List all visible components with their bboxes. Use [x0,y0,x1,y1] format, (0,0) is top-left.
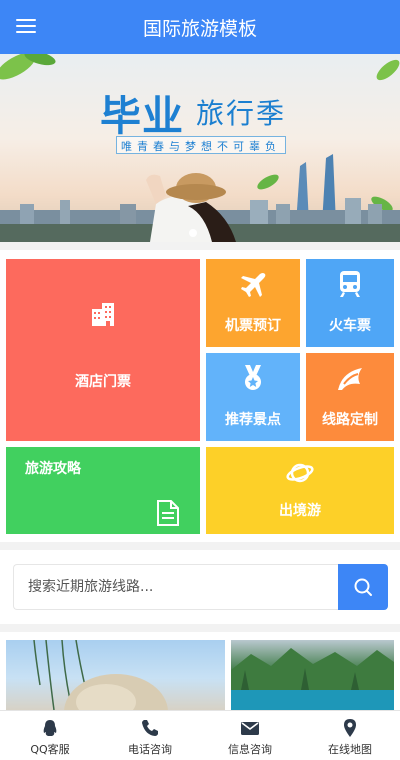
tile-train-tickets[interactable]: 火车票 [306,259,394,347]
qq-icon [43,720,57,736]
search-button[interactable] [338,564,388,610]
tab-info-label: 信息咨询 [228,743,272,756]
featured-photo-lake[interactable] [231,640,394,710]
planet-icon [286,463,314,483]
tile-flight-label: 机票预订 [225,318,281,334]
bottom-tab-bar: QQ客服 电话咨询 信息咨询 在线地图 [0,710,400,760]
flag-icon [338,368,362,390]
tab-phone-label: 电话咨询 [128,743,172,756]
medal-icon [245,365,261,390]
search-input[interactable] [13,564,338,610]
tab-phone-consult[interactable]: 电话咨询 [100,711,200,760]
banner-title-main: 毕业 [100,92,184,140]
airplane-icon [241,273,266,297]
page-title: 国际旅游模板 [142,18,257,40]
app-header: 国际旅游模板 [0,0,400,54]
featured-photos [0,632,400,710]
lake-photo-illustration [231,648,394,710]
tile-hotel-label: 酒店门票 [75,374,131,390]
train-icon [340,271,360,297]
search-icon [354,578,372,596]
tile-hotel-tickets[interactable]: 酒店门票 [6,259,200,441]
featured-photo-rock[interactable] [6,640,225,710]
tab-info-consult[interactable]: 信息咨询 [200,711,300,760]
banner-title-secondary: 旅行季 [196,97,287,130]
rock-photo-illustration [33,640,168,710]
tab-qq-service[interactable]: QQ客服 [0,711,100,760]
tile-recommended-spots[interactable]: 推荐景点 [206,353,300,441]
tile-route-label: 线路定制 [322,412,378,428]
banner-subtitle: 唯青春与梦想不可辜负 [116,136,286,154]
tab-qq-label: QQ客服 [30,743,70,756]
promo-banner[interactable]: 毕业 旅行季 唯青春与梦想不可辜负 [0,54,400,242]
tile-train-label: 火车票 [329,318,371,334]
tile-travel-guide[interactable]: 旅游攻略 [6,447,200,534]
tile-custom-route[interactable]: 线路定制 [306,353,394,441]
tab-online-map[interactable]: 在线地图 [300,711,400,760]
tile-abroad-label: 出境游 [279,503,321,519]
carousel-dot[interactable] [189,229,197,237]
map-pin-icon [344,719,356,737]
tile-flight-booking[interactable]: 机票预订 [206,259,300,347]
search-bar [0,550,400,624]
service-grid: 酒店门票 机票预订 火车票 推荐景点 线路定制 旅游攻略 出境游 [0,250,400,542]
phone-icon [142,720,158,736]
mail-icon [241,722,259,735]
tile-outbound-travel[interactable]: 出境游 [206,447,394,534]
building-icon [92,303,114,326]
document-icon [157,500,179,526]
tile-scenic-label: 推荐景点 [225,412,281,428]
tile-guide-label: 旅游攻略 [25,461,81,477]
tab-map-label: 在线地图 [328,743,372,756]
